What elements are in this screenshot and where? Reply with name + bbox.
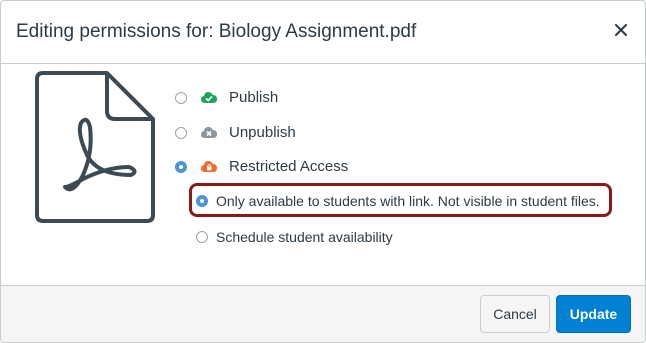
permissions-dialog: Editing permissions for: Biology Assignm…: [0, 0, 646, 343]
pdf-file-icon: [35, 71, 155, 223]
publish-radio[interactable]: [175, 91, 187, 104]
unpublish-radio[interactable]: [175, 126, 187, 139]
publish-label: Publish: [229, 89, 279, 106]
unpublish-option[interactable]: Unpublish: [175, 124, 296, 141]
link-only-label: Only available to students with link. No…: [216, 193, 600, 209]
schedule-option[interactable]: Schedule student availability: [196, 229, 393, 245]
cloud-check-icon: [201, 91, 217, 105]
cloud-lock-icon: [201, 160, 217, 174]
restricted-access-label: Restricted Access: [229, 158, 349, 175]
link-only-option[interactable]: Only available to students with link. No…: [196, 193, 600, 209]
dialog-footer: Cancel Update: [1, 285, 645, 342]
link-only-radio[interactable]: [196, 195, 208, 207]
close-button[interactable]: [611, 20, 631, 40]
cloud-x-icon: [201, 126, 217, 140]
publish-option[interactable]: Publish: [175, 89, 278, 106]
dialog-title: Editing permissions for: Biology Assignm…: [16, 21, 417, 42]
dialog-header: Editing permissions for: Biology Assignm…: [1, 1, 645, 64]
unpublish-label: Unpublish: [229, 124, 296, 141]
schedule-radio[interactable]: [196, 231, 208, 243]
restricted-access-radio[interactable]: [175, 160, 187, 173]
close-icon: [615, 24, 627, 36]
cancel-button[interactable]: Cancel: [480, 295, 550, 333]
update-button[interactable]: Update: [556, 295, 631, 333]
schedule-label: Schedule student availability: [216, 229, 393, 245]
restricted-access-option[interactable]: Restricted Access: [175, 158, 348, 175]
